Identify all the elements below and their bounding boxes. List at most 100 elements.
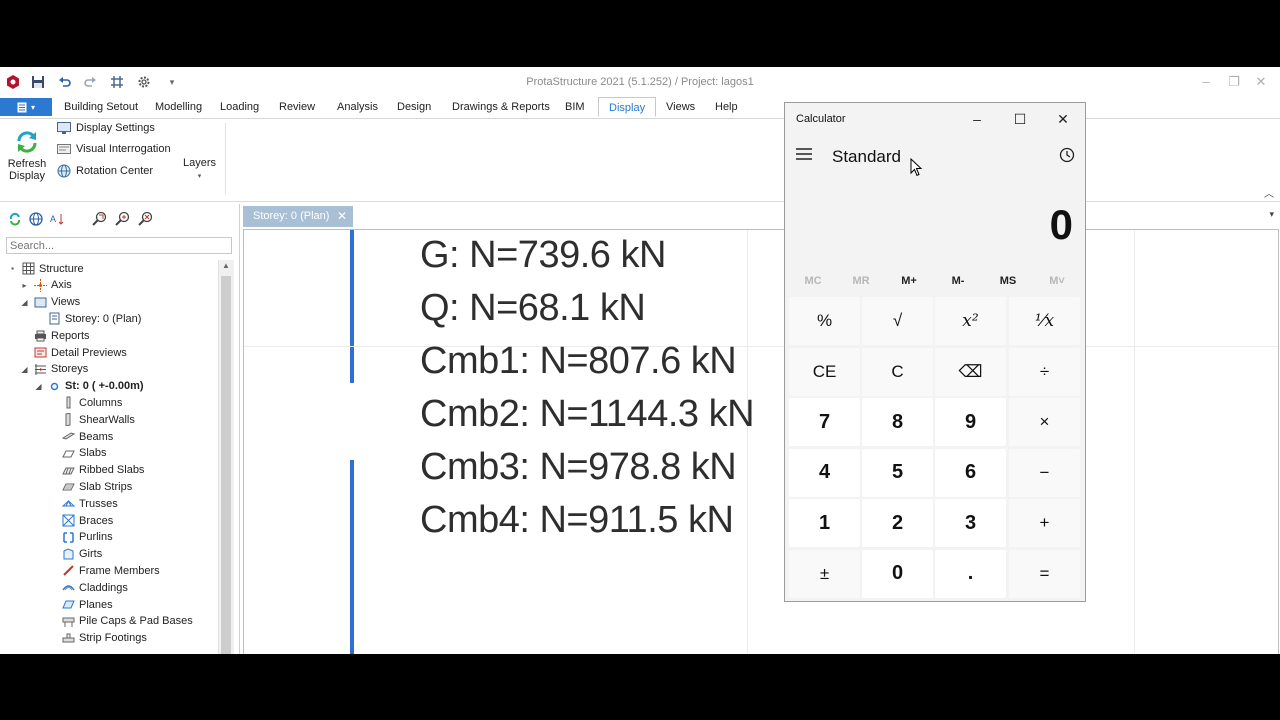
expand-toggle-icon[interactable]: ◢: [34, 382, 43, 391]
clear-entry-key[interactable]: CE: [789, 347, 860, 396]
expand-toggle-icon[interactable]: ◢: [20, 365, 29, 374]
digit-0-key[interactable]: 0: [862, 549, 933, 598]
tab-storey-plan[interactable]: Storey: 0 (Plan) ✕: [243, 206, 353, 227]
zoom-select-icon[interactable]: [92, 211, 108, 227]
tab-bim[interactable]: BIM: [565, 101, 585, 113]
calc-close-button[interactable]: ✕: [1053, 109, 1073, 129]
tree-item[interactable]: Beams: [48, 428, 113, 445]
divide-key[interactable]: ÷: [1009, 347, 1080, 396]
tree-item[interactable]: ◢ Storeys: [20, 361, 88, 378]
tree-item[interactable]: Planes: [48, 596, 113, 613]
zoom-remove-icon[interactable]: [138, 211, 154, 227]
tree-item[interactable]: Ribbed Slabs: [48, 462, 144, 479]
tree-item[interactable]: Girts: [48, 546, 102, 563]
multiply-key[interactable]: ×: [1009, 398, 1080, 446]
digit-1-key[interactable]: 1: [789, 499, 860, 547]
tree-item[interactable]: Pile Caps & Pad Bases: [48, 613, 193, 630]
tree-item[interactable]: ▸ Axis: [20, 277, 72, 294]
tree-item[interactable]: Strip Footings: [48, 630, 147, 647]
tree-item[interactable]: ◢ St: 0 ( +-0.00m): [34, 378, 143, 395]
file-menu-button[interactable]: ▾: [0, 98, 52, 116]
memory-5-button[interactable]: MS: [984, 275, 1032, 287]
digit-3-key[interactable]: 3: [935, 499, 1006, 547]
tab-views[interactable]: Views: [666, 101, 695, 113]
axial-force-label: Q: N=68.1 kN: [420, 287, 646, 329]
tree-item[interactable]: Storey: 0 (Plan): [34, 310, 141, 327]
percent-key[interactable]: %: [789, 297, 860, 345]
digit-7-key[interactable]: 7: [789, 398, 860, 446]
calc-maximize-button[interactable]: ☐: [1010, 109, 1030, 129]
tree-item[interactable]: Purlins: [48, 529, 113, 546]
square-key[interactable]: x²: [935, 297, 1006, 345]
tab-close-icon[interactable]: ✕: [337, 209, 347, 223]
refresh-display-button[interactable]: Refresh Display: [6, 129, 48, 182]
tree-item[interactable]: Braces: [48, 512, 113, 529]
negate-key[interactable]: ±: [789, 549, 860, 598]
expand-toggle-icon[interactable]: ◢: [20, 298, 29, 307]
sort-alpha-icon[interactable]: A: [50, 212, 66, 226]
tab-review[interactable]: Review: [279, 101, 315, 113]
tab-loading[interactable]: Loading: [220, 101, 259, 113]
memory-4-button[interactable]: M-: [934, 275, 982, 287]
tab-modelling[interactable]: Modelling: [155, 101, 202, 113]
planes-icon: [61, 598, 75, 612]
history-icon[interactable]: [1059, 147, 1075, 166]
tab-building-setout[interactable]: Building Setout: [64, 101, 138, 113]
tree-item[interactable]: Claddings: [48, 579, 128, 596]
tree-item[interactable]: Frame Members: [48, 562, 160, 579]
layers-dropdown[interactable]: Layers ▾: [183, 157, 216, 181]
tab-display[interactable]: Display: [598, 97, 657, 117]
tab-list-dropdown-icon[interactable]: ▾: [1269, 209, 1274, 220]
calc-minimize-button[interactable]: –: [967, 109, 987, 129]
equals-key[interactable]: =: [1009, 549, 1080, 598]
tab-help[interactable]: Help: [715, 101, 738, 113]
digit-9-key[interactable]: 9: [935, 398, 1006, 446]
reciprocal-key[interactable]: ¹⁄x: [1009, 297, 1080, 345]
scrollbar-thumb[interactable]: [221, 276, 231, 654]
tree-item[interactable]: Trusses: [48, 495, 118, 512]
sqrt-key[interactable]: √: [862, 297, 933, 345]
refresh-tree-icon[interactable]: [8, 212, 22, 226]
restore-button[interactable]: ❐: [1226, 74, 1242, 90]
zoom-add-icon[interactable]: [115, 211, 131, 227]
tree-item[interactable]: ShearWalls: [48, 411, 135, 428]
visual-interrogation-button[interactable]: Visual Interrogation: [57, 143, 171, 155]
collapse-ribbon-icon[interactable]: ︿: [1264, 185, 1274, 200]
tree-scrollbar[interactable]: ▲: [218, 260, 234, 654]
tab-design[interactable]: Design: [397, 101, 431, 113]
tree-item[interactable]: ▪ Structure: [8, 260, 84, 277]
close-button[interactable]: ✕: [1253, 74, 1269, 90]
backspace-key[interactable]: ⌫: [935, 347, 1006, 396]
tab-analysis[interactable]: Analysis: [337, 101, 378, 113]
decimal-key[interactable]: .: [935, 549, 1006, 598]
tree-item[interactable]: ◢ Views: [20, 294, 80, 311]
tree-search-input[interactable]: [6, 237, 232, 254]
clear-key[interactable]: C: [862, 347, 933, 396]
globe-filter-icon[interactable]: [29, 212, 43, 226]
display-settings-button[interactable]: Display Settings: [57, 122, 155, 134]
minus-key[interactable]: −: [1009, 448, 1080, 497]
expand-toggle-icon[interactable]: ▪: [8, 264, 17, 273]
tree-item-label: Columns: [79, 396, 123, 409]
digit-5-key[interactable]: 5: [862, 448, 933, 497]
plan-view-canvas[interactable]: G: N=739.6 kN Q: N=68.1 kN Cmb1: N=807.6 k…: [243, 229, 1279, 654]
tree-item-label: Slabs: [79, 447, 107, 460]
hamburger-menu-icon[interactable]: [796, 148, 812, 163]
memory-3-button[interactable]: M+: [885, 275, 933, 287]
digit-4-key[interactable]: 4: [789, 448, 860, 497]
digit-2-key[interactable]: 2: [862, 499, 933, 547]
tree-item[interactable]: Slabs: [48, 445, 107, 462]
tab-drawings-reports[interactable]: Drawings & Reports: [452, 101, 550, 113]
minimize-button[interactable]: –: [1198, 74, 1214, 90]
scroll-up-icon[interactable]: ▲: [222, 261, 230, 270]
rotation-center-button[interactable]: Rotation Center: [57, 164, 153, 178]
digit-8-key[interactable]: 8: [862, 398, 933, 446]
tree-item-label: Slab Strips: [79, 480, 133, 493]
expand-toggle-icon[interactable]: ▸: [20, 281, 29, 290]
tree-item[interactable]: Columns: [48, 394, 122, 411]
tree-item[interactable]: Reports: [20, 327, 90, 344]
tree-item[interactable]: Slab Strips: [48, 478, 132, 495]
tree-item[interactable]: Detail Previews: [20, 344, 127, 361]
digit-6-key[interactable]: 6: [935, 448, 1006, 497]
plus-key[interactable]: +: [1009, 499, 1080, 547]
